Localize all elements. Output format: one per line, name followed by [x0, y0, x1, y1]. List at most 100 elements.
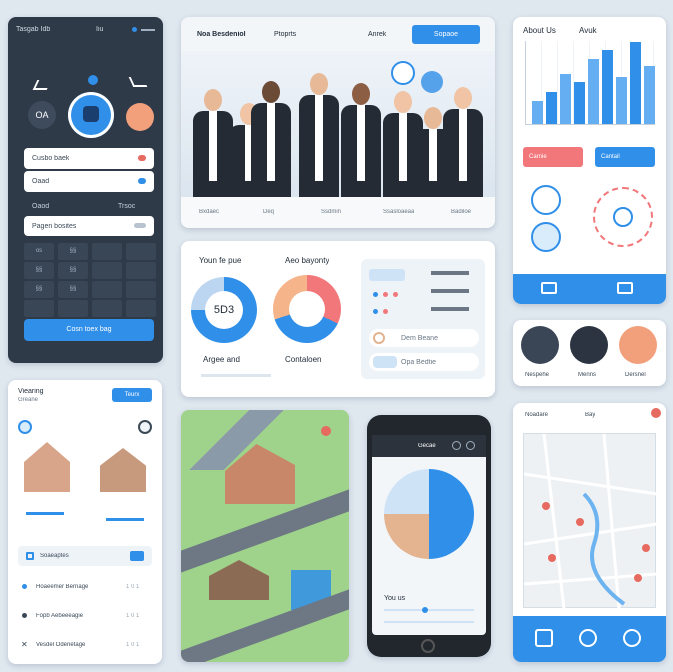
avatar[interactable]: [570, 326, 608, 364]
grid-cell[interactable]: [92, 281, 122, 298]
avatar[interactable]: [521, 326, 559, 364]
primary-button[interactable]: Cosn toex bag: [24, 319, 154, 341]
grid-cell[interactable]: §§: [58, 243, 88, 260]
ticket-icon[interactable]: [617, 282, 633, 294]
dot-icon: [383, 292, 388, 297]
pen-icon[interactable]: [128, 77, 148, 87]
list-meta: 1 0 1: [126, 613, 140, 619]
profile-icon[interactable]: [452, 441, 461, 450]
search-icon[interactable]: [579, 629, 597, 647]
pie-chart: [384, 469, 474, 559]
edit-icon[interactable]: [32, 80, 52, 90]
list-chip[interactable]: Opa Bedtie: [369, 353, 479, 371]
slider-track[interactable]: [384, 621, 474, 623]
select-dropdown[interactable]: Pagen bosites: [24, 216, 154, 236]
housing-card: Viearing Greane Teurx Soaeaptes Hoaeemer…: [8, 380, 162, 664]
member-name: Dersnel: [625, 372, 646, 378]
search-bar[interactable]: Soaeaptes: [18, 546, 152, 566]
avatar[interactable]: [619, 326, 657, 364]
chart-bar: [616, 77, 627, 124]
dot-icon: [393, 292, 398, 297]
grid-cell[interactable]: [126, 243, 156, 260]
phone-screen: Gecae You us: [372, 435, 486, 635]
caption: Bxdaec: [199, 209, 220, 215]
close-icon[interactable]: [651, 408, 661, 418]
row-label: Oaad: [32, 178, 50, 185]
close-icon[interactable]: ✕: [21, 640, 28, 649]
pill-button[interactable]: Cantail: [595, 147, 655, 167]
grid-cell[interactable]: §§: [24, 262, 54, 279]
chart-bar: [602, 50, 613, 124]
map-view[interactable]: [523, 433, 658, 610]
grid-cell[interactable]: [24, 300, 54, 317]
search-label: Soaeaptes: [40, 553, 69, 559]
slider-track[interactable]: [384, 609, 474, 611]
map-pin-icon: [321, 426, 331, 436]
nav-logo[interactable]: Noa Besdeniol: [197, 31, 246, 38]
list-chip[interactable]: Dem Beane: [369, 329, 479, 347]
list-meta: 1 0 1: [126, 584, 140, 590]
card-icon[interactable]: [541, 282, 557, 294]
grid-cell[interactable]: §§: [58, 262, 88, 279]
list-row[interactable]: Cusbo baek: [24, 148, 154, 169]
bullet-icon: [22, 613, 27, 618]
home-icon[interactable]: [535, 629, 553, 647]
section-label-left: Oaod: [32, 203, 50, 210]
avatar-right[interactable]: [126, 103, 154, 131]
grid-cell[interactable]: §§: [58, 281, 88, 298]
chart-bar: [630, 42, 641, 124]
caption: Ssdmin: [321, 209, 342, 215]
radio-icon[interactable]: [138, 420, 152, 434]
map-pin-icon[interactable]: [642, 544, 650, 552]
list-item[interactable]: Vesdel Odenetage: [36, 642, 85, 648]
list-item[interactable]: Fopb Aebeeeagie: [36, 613, 83, 619]
chart-bar: [546, 92, 557, 124]
grid-cell[interactable]: [58, 300, 88, 317]
house-illustration: [100, 448, 146, 492]
list-item[interactable]: Hoaeemer Bernage: [36, 584, 88, 590]
grid-cell[interactable]: [126, 262, 156, 279]
map-pin-icon[interactable]: [542, 502, 550, 510]
toggle-chip[interactable]: [369, 269, 405, 281]
chart-bar: [532, 101, 543, 124]
grid-cell[interactable]: os: [24, 243, 54, 260]
pill-button[interactable]: Carnie: [523, 147, 583, 167]
home-button[interactable]: [421, 639, 435, 653]
map-pin-icon[interactable]: [576, 518, 584, 526]
isometric-city-illustration: [181, 410, 349, 662]
map-pin-icon[interactable]: [548, 554, 556, 562]
radio-icon[interactable]: [18, 420, 32, 434]
slider-thumb[interactable]: [422, 607, 428, 613]
avatar-left[interactable]: OA: [28, 101, 56, 129]
mobile-dark-panel: Tasgab Idb Iiu OA Cusbo baek Oaad Oaod T…: [8, 17, 163, 363]
cloud-icon: [531, 222, 561, 252]
nav-item[interactable]: Ptoprts: [274, 31, 296, 38]
menu-icon[interactable]: [141, 29, 155, 31]
grid-cell[interactable]: [126, 281, 156, 298]
team-hero-card: Noa Besdeniol Ptoprts Anrek Sopaoe Bxdae…: [181, 17, 495, 228]
nav-item[interactable]: Anrek: [368, 31, 386, 38]
map-pin-icon[interactable]: [634, 574, 642, 582]
dot-icon: [373, 292, 378, 297]
badge-icon: [421, 71, 443, 93]
phone-header: Gecae: [372, 435, 486, 457]
member-name: Nespehe: [525, 372, 550, 378]
map-tab[interactable]: Noadare: [525, 412, 548, 418]
filter-icon[interactable]: [130, 551, 144, 561]
settings-icon[interactable]: [466, 441, 475, 450]
toggle-icon: [138, 178, 146, 184]
robot-avatar-icon[interactable]: [68, 92, 114, 138]
action-button[interactable]: Teurx: [112, 388, 152, 402]
badge-icon: [391, 61, 415, 85]
donut-chart: 5D3: [191, 277, 257, 343]
grid-cell[interactable]: [92, 243, 122, 260]
team-member-figure: [251, 81, 291, 199]
grid-cell[interactable]: §§: [24, 281, 54, 298]
map-tab[interactable]: Bay: [585, 412, 595, 418]
list-row[interactable]: Oaad: [24, 171, 154, 192]
nav-button[interactable]: Sopaoe: [412, 25, 480, 44]
grid-cell[interactable]: [92, 300, 122, 317]
profile-icon[interactable]: [623, 629, 641, 647]
grid-cell[interactable]: [126, 300, 156, 317]
grid-cell[interactable]: [92, 262, 122, 279]
